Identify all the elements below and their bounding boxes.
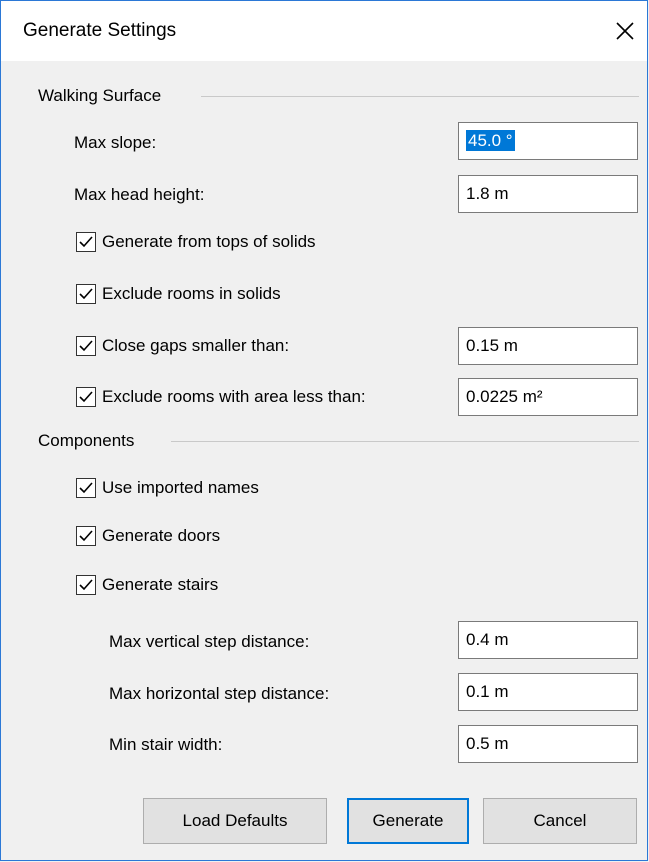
cancel-button[interactable]: Cancel (483, 798, 637, 844)
close-gaps-checkbox[interactable]: Close gaps smaller than: (76, 336, 289, 356)
checkbox-box (76, 526, 96, 546)
generate-doors-label: Generate doors (102, 526, 221, 545)
max-slope-value: 45.0 ° (466, 130, 515, 151)
min-stair-width-label: Min stair width: (109, 735, 223, 754)
exclude-rooms-in-solids-label: Exclude rooms in solids (102, 284, 281, 303)
title-bar: Generate Settings (1, 1, 647, 61)
dialog-title: Generate Settings (23, 20, 177, 41)
checkmark-icon (79, 236, 93, 248)
max-slope-input[interactable]: 45.0 ° (458, 122, 638, 160)
max-horizontal-step-input[interactable]: 0.1 m (458, 673, 638, 711)
checkbox-box (76, 575, 96, 595)
walking-surface-header: Walking Surface (38, 86, 172, 106)
exclude-rooms-area-checkbox[interactable]: Exclude rooms with area less than: (76, 387, 366, 407)
generate-from-tops-label: Generate from tops of solids (102, 232, 316, 251)
checkbox-box (76, 284, 96, 304)
min-stair-width-input[interactable]: 0.5 m (458, 725, 638, 763)
components-divider (171, 441, 639, 442)
max-vertical-step-input[interactable]: 0.4 m (458, 621, 638, 659)
exclude-rooms-area-input[interactable]: 0.0225 m² (458, 378, 638, 416)
generate-from-tops-checkbox[interactable]: Generate from tops of solids (76, 232, 316, 252)
load-defaults-button[interactable]: Load Defaults (143, 798, 327, 844)
close-gaps-input[interactable]: 0.15 m (458, 327, 638, 365)
max-head-height-input[interactable]: 1.8 m (458, 175, 638, 213)
checkmark-icon (79, 530, 93, 542)
checkmark-icon (79, 340, 93, 352)
checkmark-icon (79, 579, 93, 591)
checkmark-icon (79, 391, 93, 403)
generate-stairs-checkbox[interactable]: Generate stairs (76, 575, 218, 595)
close-icon (616, 22, 634, 40)
checkbox-box (76, 336, 96, 356)
use-imported-names-label: Use imported names (102, 478, 259, 497)
generate-stairs-label: Generate stairs (102, 575, 219, 594)
generate-button[interactable]: Generate (347, 798, 469, 844)
use-imported-names-checkbox[interactable]: Use imported names (76, 478, 259, 498)
max-head-height-label: Max head height: (74, 185, 205, 204)
components-header: Components (38, 431, 145, 451)
checkbox-box (76, 478, 96, 498)
close-gaps-label: Close gaps smaller than: (102, 336, 290, 355)
max-horizontal-step-label: Max horizontal step distance: (109, 684, 330, 703)
close-button[interactable] (605, 9, 645, 53)
max-slope-label: Max slope: (74, 133, 157, 152)
checkbox-box (76, 387, 96, 407)
generate-doors-checkbox[interactable]: Generate doors (76, 526, 220, 546)
walking-surface-divider (201, 96, 639, 97)
checkmark-icon (79, 482, 93, 494)
exclude-rooms-area-label: Exclude rooms with area less than: (102, 387, 366, 406)
max-vertical-step-label: Max vertical step distance: (109, 632, 310, 651)
checkbox-box (76, 232, 96, 252)
generate-settings-dialog: Generate Settings Walking Surface Max sl… (0, 0, 648, 861)
checkmark-icon (79, 288, 93, 300)
exclude-rooms-in-solids-checkbox[interactable]: Exclude rooms in solids (76, 284, 281, 304)
